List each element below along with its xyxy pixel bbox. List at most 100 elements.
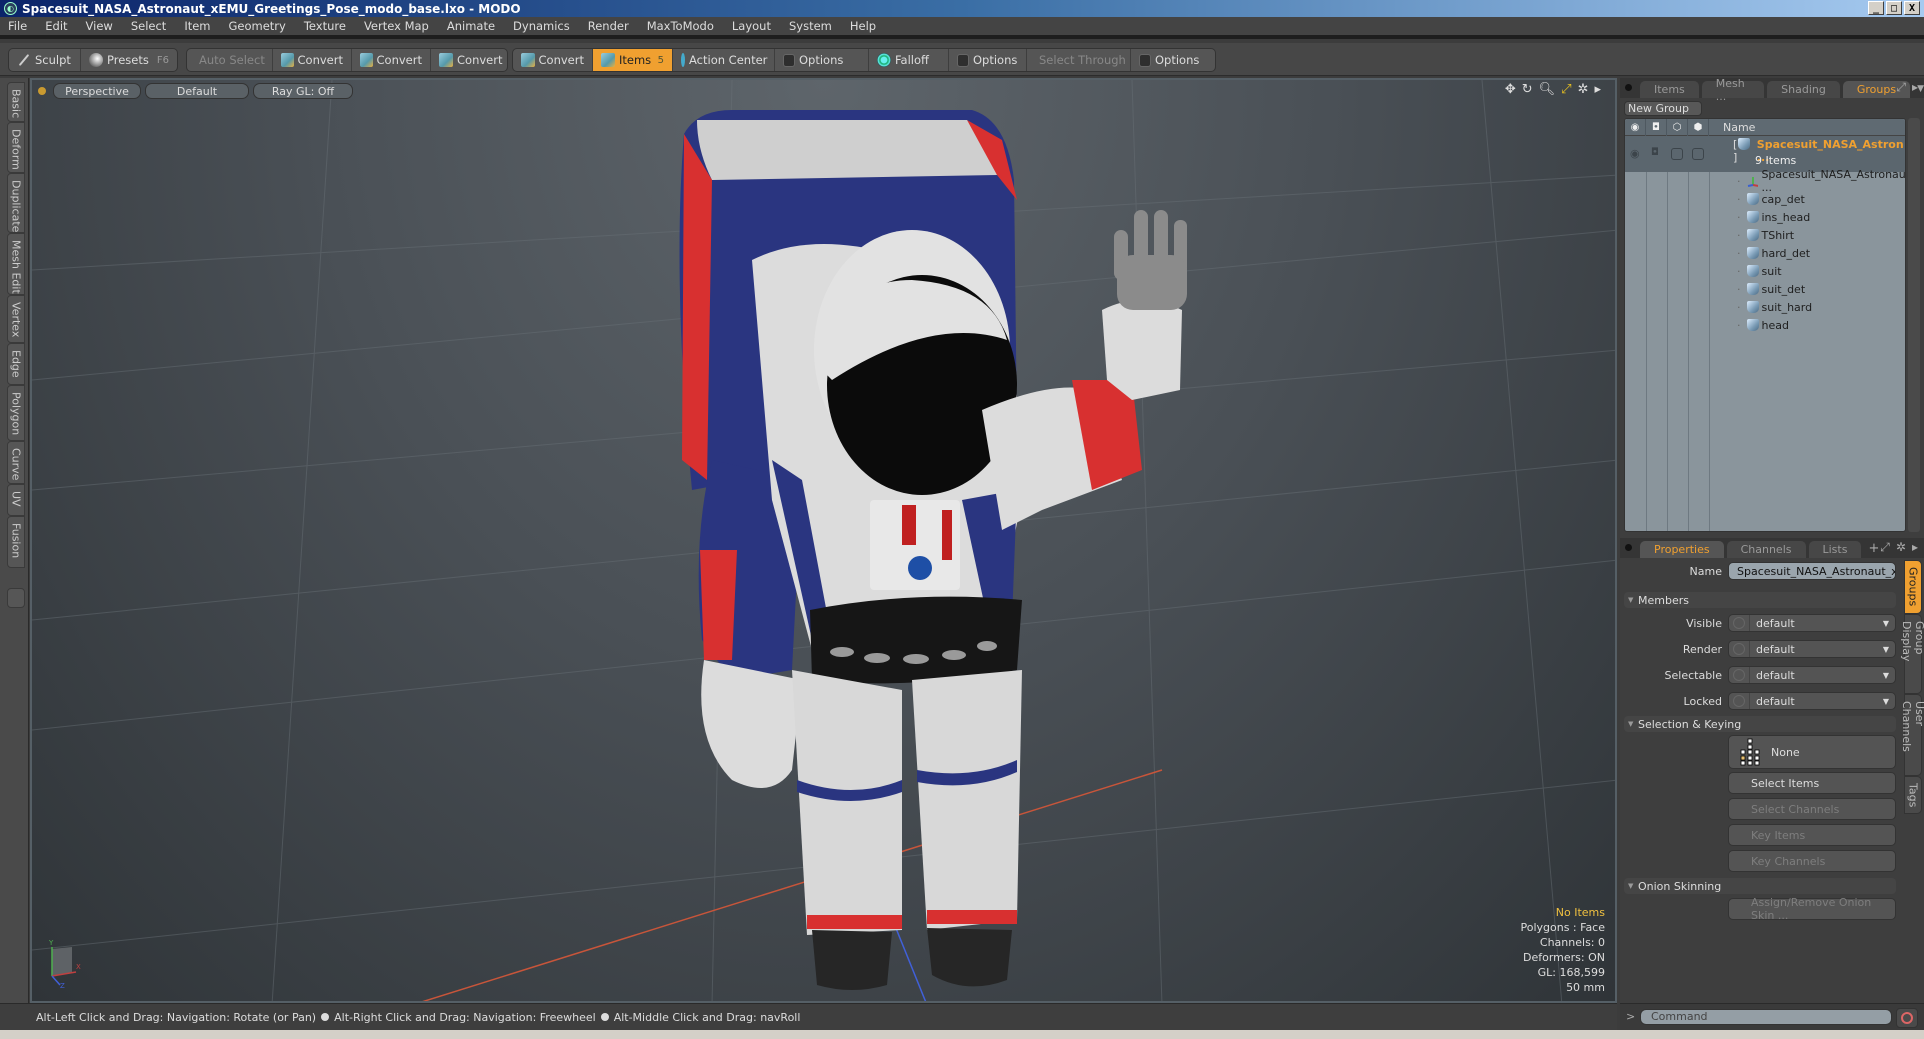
tab-shading[interactable]: Shading bbox=[1767, 81, 1840, 98]
add-tab-button[interactable]: + bbox=[1868, 541, 1879, 556]
group-visibility-eye-icon[interactable]: ◉ bbox=[1630, 147, 1640, 160]
tree-item[interactable]: · TShirt bbox=[1625, 226, 1905, 244]
close-button[interactable]: X bbox=[1904, 1, 1920, 15]
tab-edge[interactable]: Edge bbox=[7, 343, 25, 385]
menu-layout[interactable]: Layout bbox=[732, 19, 771, 33]
key-items-button[interactable]: Key Items bbox=[1728, 824, 1896, 846]
items-mode-button[interactable]: Items 5 bbox=[593, 49, 673, 71]
tab-lists[interactable]: Lists bbox=[1808, 541, 1862, 558]
rotate-icon[interactable]: ↻ bbox=[1522, 82, 1533, 97]
viewport-status-dot[interactable] bbox=[38, 87, 46, 95]
panel-menu-dot[interactable] bbox=[1625, 544, 1632, 551]
select-through-button[interactable]: Select Through bbox=[1027, 49, 1131, 71]
tab-vertex[interactable]: Vertex bbox=[7, 295, 25, 343]
tab-mesh-edit[interactable]: Mesh Edit bbox=[7, 233, 25, 295]
visible-dropdown[interactable]: default ▼ bbox=[1728, 614, 1896, 632]
sculpt-button[interactable]: Sculpt bbox=[9, 49, 82, 71]
select-through-options-button[interactable]: Options bbox=[1131, 49, 1207, 71]
tab-uv[interactable]: UV bbox=[7, 484, 25, 516]
side-tab-group-display[interactable]: Group Display bbox=[1900, 614, 1924, 694]
maximize-button[interactable]: □ bbox=[1886, 1, 1902, 15]
tab-channels[interactable]: Channels bbox=[1726, 541, 1806, 558]
side-tab-user-channels[interactable]: User Channels bbox=[1900, 694, 1924, 776]
locked-key-toggle[interactable] bbox=[1733, 695, 1745, 707]
presets-button[interactable]: Presets F6 bbox=[81, 49, 177, 71]
select-channels-button[interactable]: Select Channels bbox=[1728, 798, 1896, 820]
menu-view[interactable]: View bbox=[86, 19, 113, 33]
key-channels-button[interactable]: Key Channels bbox=[1728, 850, 1896, 872]
tree-item[interactable]: · ins_head bbox=[1625, 208, 1905, 226]
selectable-dropdown[interactable]: default ▼ bbox=[1728, 666, 1896, 684]
zoom-icon[interactable]: 🔍︎ bbox=[1539, 82, 1556, 97]
tree-item[interactable]: · suit_hard bbox=[1625, 298, 1905, 316]
convert-edges-button[interactable]: Convert bbox=[352, 49, 431, 71]
menu-geometry[interactable]: Geometry bbox=[229, 19, 286, 33]
tree-scrollbar[interactable] bbox=[1908, 118, 1920, 532]
menu-render[interactable]: Render bbox=[588, 19, 629, 33]
lock-column-cube-icon[interactable]: ⬡ bbox=[1667, 119, 1688, 136]
onion-skinning-section-header[interactable]: Onion Skinning bbox=[1624, 878, 1896, 894]
tab-mesh[interactable]: Mesh ... bbox=[1701, 77, 1765, 103]
raygl-toggle[interactable]: Ray GL: Off bbox=[253, 83, 353, 99]
panel-expand-icon[interactable]: ⤢ bbox=[1880, 540, 1890, 555]
selection-set-dropdown[interactable]: None bbox=[1728, 735, 1896, 769]
menu-select[interactable]: Select bbox=[131, 19, 166, 33]
selectable-key-toggle[interactable] bbox=[1733, 669, 1745, 681]
convert-vertices-button[interactable]: Convert bbox=[273, 49, 352, 71]
shading-dropdown[interactable]: Default bbox=[145, 83, 249, 99]
members-section-header[interactable]: Members bbox=[1624, 592, 1896, 608]
tab-duplicate[interactable]: Duplicate bbox=[7, 173, 25, 233]
minimize-button[interactable]: _ bbox=[1868, 1, 1884, 15]
menu-texture[interactable]: Texture bbox=[304, 19, 346, 33]
panel-arrow-icon[interactable]: ▸ bbox=[1912, 80, 1918, 95]
render-dropdown[interactable]: default ▼ bbox=[1728, 640, 1896, 658]
tabs-dropdown-icon[interactable]: ▼ bbox=[1917, 84, 1924, 94]
tree-item[interactable]: · cap_det bbox=[1625, 190, 1905, 208]
falloff-button[interactable]: Falloff bbox=[869, 49, 949, 71]
side-tab-groups[interactable]: Groups bbox=[1904, 560, 1922, 614]
tree-item[interactable]: · head bbox=[1625, 316, 1905, 334]
action-center-options-button[interactable]: Options bbox=[775, 49, 869, 71]
locked-dropdown[interactable]: default ▼ bbox=[1728, 692, 1896, 710]
record-macro-button[interactable] bbox=[1896, 1008, 1918, 1028]
command-input[interactable]: Command bbox=[1640, 1009, 1892, 1025]
name-column-header[interactable]: Name bbox=[1709, 121, 1755, 134]
tab-fusion[interactable]: Fusion bbox=[7, 516, 25, 568]
tab-properties[interactable]: Properties bbox=[1640, 541, 1724, 558]
convert-polygons-button[interactable]: Convert bbox=[431, 49, 507, 71]
select-column-cube-icon[interactable]: ⬢ bbox=[1688, 119, 1709, 136]
assign-onion-skin-button[interactable]: Assign/Remove Onion Skin ... bbox=[1728, 896, 1896, 922]
tab-deform[interactable]: Deform bbox=[7, 122, 25, 173]
menu-file[interactable]: File bbox=[8, 19, 27, 33]
render-column-camera-icon[interactable]: ◘ bbox=[1646, 119, 1667, 136]
new-group-button[interactable]: New Group bbox=[1624, 101, 1702, 116]
group-select-toggle[interactable] bbox=[1692, 148, 1704, 160]
group-lock-toggle[interactable] bbox=[1671, 148, 1683, 160]
pan-icon[interactable]: ✥ bbox=[1505, 82, 1516, 97]
view-type-dropdown[interactable]: Perspective bbox=[53, 83, 141, 99]
falloff-options-button[interactable]: Options bbox=[949, 49, 1027, 71]
tab-items[interactable]: Items bbox=[1640, 81, 1699, 98]
visible-key-toggle[interactable] bbox=[1733, 617, 1745, 629]
group-name-field[interactable]: Spacesuit_NASA_Astronaut_xEMU bbox=[1728, 562, 1896, 580]
convert-materials-button[interactable]: Convert bbox=[513, 49, 593, 71]
group-row[interactable]: ◉ ◘ [] Spacesuit_NASA_Astron ... 9 Items bbox=[1625, 136, 1905, 172]
panel-expand-icon[interactable]: ⤢ bbox=[1896, 80, 1906, 95]
expand-arrow-icon[interactable]: ▸ bbox=[1594, 82, 1601, 97]
select-items-button[interactable]: Select Items bbox=[1728, 772, 1896, 794]
group-render-camera-icon[interactable]: ◘ bbox=[1651, 147, 1659, 158]
tab-extra-button[interactable] bbox=[7, 588, 25, 608]
tree-item[interactable]: · suit bbox=[1625, 262, 1905, 280]
menu-help[interactable]: Help bbox=[850, 19, 876, 33]
menu-system[interactable]: System bbox=[789, 19, 832, 33]
tree-item[interactable]: · hard_det bbox=[1625, 244, 1905, 262]
tab-curve[interactable]: Curve bbox=[7, 441, 25, 484]
panel-gear-icon[interactable]: ✲ bbox=[1896, 540, 1906, 555]
selection-keying-section-header[interactable]: Selection & Keying bbox=[1624, 716, 1896, 732]
menu-dynamics[interactable]: Dynamics bbox=[513, 19, 570, 33]
visibility-column-eye-icon[interactable]: ◉ bbox=[1625, 119, 1646, 136]
tree-item[interactable]: · suit_det bbox=[1625, 280, 1905, 298]
render-key-toggle[interactable] bbox=[1733, 643, 1745, 655]
menu-vertex-map[interactable]: Vertex Map bbox=[364, 19, 429, 33]
side-tab-tags[interactable]: Tags bbox=[1904, 776, 1922, 814]
